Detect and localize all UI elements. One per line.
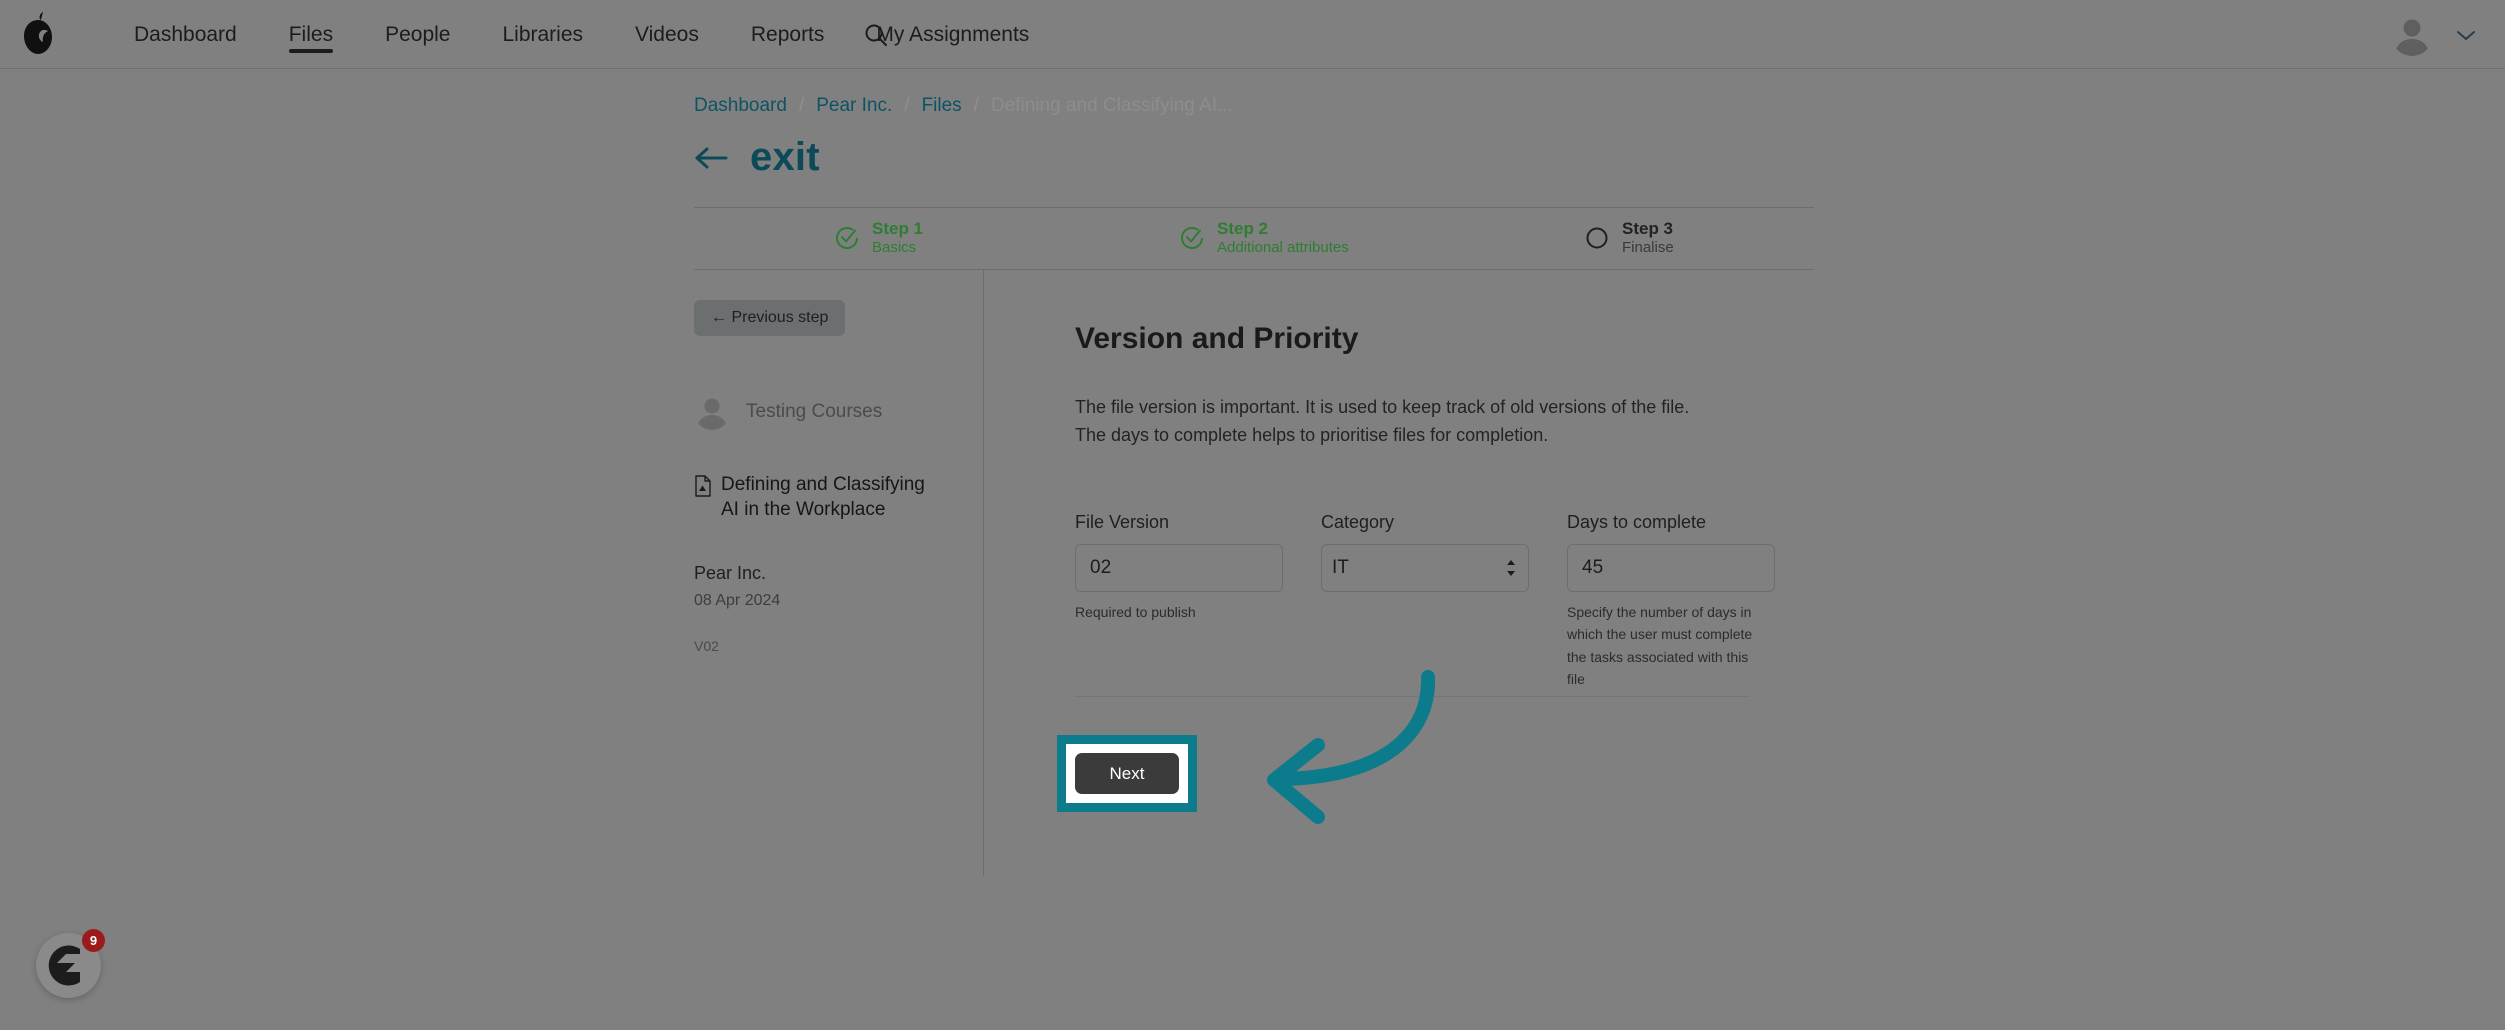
main-nav-items: Dashboard Files People Libraries Videos … [108,0,1055,69]
help-badge-count: 9 [82,929,105,952]
nav-user-area [2391,0,2477,69]
breadcrumb-separator: / [973,95,979,116]
page-title: exit [750,135,820,179]
breadcrumb-current: Defining and Classifying AI... [990,95,1233,116]
days-to-complete-help-text: Specify the number of days in which the … [1567,603,1753,687]
breadcrumb-separator: / [904,95,910,116]
document-title: Defining and Classifying AI in the Workp… [721,474,925,521]
main-content-panel: Version and Priority The file version is… [1075,322,1775,690]
stepper-step-name: Step 3 [1622,219,1674,238]
divider-below-stepper [694,269,1814,270]
wizard-sidebar: ← Previous step Testing Courses Defining… [694,300,964,654]
stepper-item-step-3[interactable]: Step 3 Finalise [1584,218,1674,258]
previous-step-button[interactable]: ← Previous step [694,300,846,336]
nav-item-people[interactable]: People [359,0,476,69]
breadcrumb: Dashboard / Pear Inc. / Files / Defining… [694,95,1233,117]
pear-logo-icon[interactable] [17,11,59,57]
nav-label: Libraries [502,22,584,46]
category-select[interactable]: IT [1321,543,1529,592]
check-circle-icon [1179,225,1205,251]
owner-name: Testing Courses [746,401,883,422]
breadcrumb-separator: / [798,95,805,116]
divider-above-actions [1075,696,1749,697]
panel-description: The file version is important. It is use… [1075,397,1690,445]
nav-label: People [385,22,451,46]
field-label-days-to-complete: Days to complete [1567,511,1707,532]
stepper-item-step-2[interactable]: Step 2 Additional attributes [1179,218,1349,258]
stepper-step-name: Step 2 [1217,219,1269,238]
stepper-step-sub: Additional attributes [1217,239,1349,257]
days-to-complete-input[interactable] [1567,543,1775,592]
next-button[interactable]: Next [1075,753,1179,794]
file-version-help-text: Required to publish [1075,603,1196,620]
avatar[interactable] [2391,14,2433,56]
nav-item-libraries[interactable]: Libraries [476,0,609,69]
field-label-category: Category [1321,511,1395,532]
nav-item-dashboard[interactable]: Dashboard [108,0,263,69]
breadcrumb-dashboard[interactable]: Dashboard [694,95,787,117]
stepper-step-sub: Finalise [1622,239,1674,257]
owner-row: Testing Courses [694,394,964,430]
nav-item-videos[interactable]: Videos [609,0,725,69]
form-fields-row: File Version Required to publish Categor… [1075,512,1775,691]
check-circle-icon [834,225,860,251]
column-divider [983,270,984,876]
chevron-down-icon[interactable] [2455,28,2477,42]
curved-arrow-annotation [1230,665,1450,845]
document-row: Defining and Classifying AI in the Workp… [694,472,964,522]
wizard-stepper: Step 1 Basics Step 2 Additional attribut… [694,208,1814,269]
organisation-name: Pear Inc. [694,563,767,584]
exit-button[interactable]: exit [694,135,820,180]
field-file-version: File Version Required to publish [1075,512,1283,623]
nav-label: My Assignments [876,22,1030,46]
nav-label: Dashboard [134,22,237,46]
owner-avatar-icon [694,394,730,430]
help-assistant-widget[interactable]: 9 [36,929,105,998]
nav-item-reports[interactable]: Reports [725,0,851,69]
field-label-file-version: File Version [1075,511,1170,532]
top-navigation-bar: Dashboard Files People Libraries Videos … [0,0,2505,69]
nav-item-files[interactable]: Files [263,0,359,69]
nav-label: Files [288,22,334,46]
search-icon[interactable] [862,21,890,49]
nav-label: Reports [750,22,825,46]
document-date: 08 Apr 2024 [694,592,781,610]
nav-label: Videos [635,22,699,46]
back-arrow-icon [694,145,728,171]
stepper-step-sub: Basics [872,239,917,257]
breadcrumb-pear-inc[interactable]: Pear Inc. [816,95,892,117]
stepper-step-name: Step 1 [872,219,924,238]
panel-title: Version and Priority [1075,322,1359,355]
field-days-to-complete: Days to complete Specify the number of d… [1567,512,1775,691]
empty-circle-icon [1584,225,1610,251]
file-version-input[interactable] [1075,543,1283,592]
field-category: Category IT [1321,512,1529,592]
breadcrumb-files[interactable]: Files [922,95,962,117]
version-tag: V02 [694,638,719,655]
document-file-icon [694,475,712,497]
stepper-item-step-1[interactable]: Step 1 Basics [834,218,923,258]
